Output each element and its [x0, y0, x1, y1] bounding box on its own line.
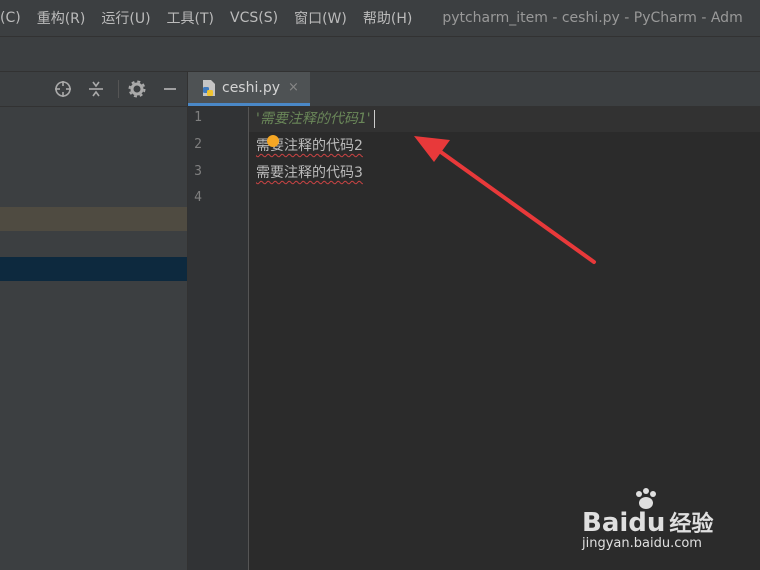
- watermark-brand-jingyan: 经验: [669, 512, 714, 537]
- watermark-url: jingyan.baidu.com: [582, 536, 702, 551]
- watermark-brand-du: du: [628, 508, 666, 538]
- baidu-jingyan-watermark: Baidu 经验 jingyan.baidu.com: [582, 488, 742, 558]
- watermark-brand-bai: Bai: [582, 508, 629, 538]
- watermark-brand: Baidu 经验: [582, 506, 713, 538]
- annotation-arrow: [414, 136, 596, 264]
